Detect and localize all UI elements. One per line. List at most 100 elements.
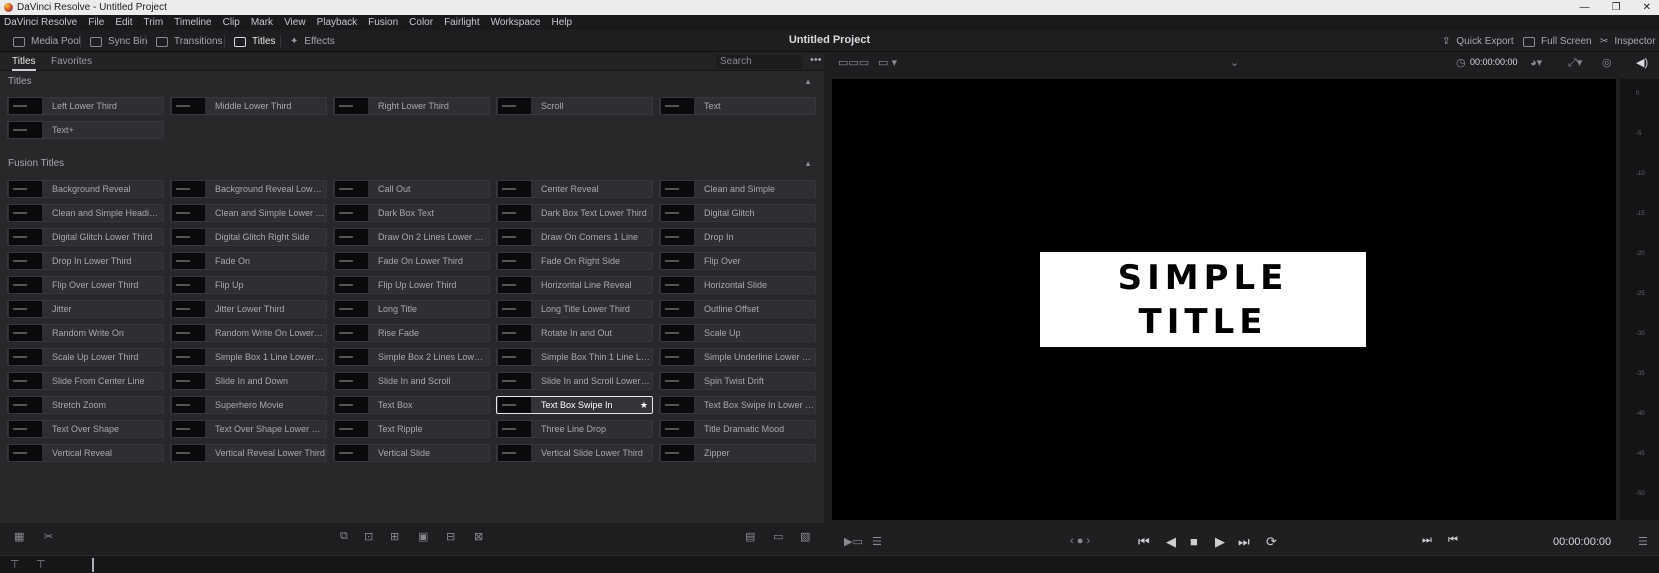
viewer-mode-icon[interactable]: ▭ ▾ xyxy=(878,56,897,69)
title-item-fade-on-lower-third[interactable]: Fade On Lower Third xyxy=(333,252,490,270)
timeline-tool-icon[interactable]: ⊤ xyxy=(10,558,20,571)
menu-fusion[interactable]: Fusion xyxy=(368,17,398,28)
title-item-vertical-reveal[interactable]: Vertical Reveal xyxy=(7,444,164,462)
title-item-fade-on[interactable]: Fade On xyxy=(170,252,327,270)
more-options-icon[interactable]: ••• xyxy=(810,54,822,66)
prev-edit-button[interactable]: ⏭ xyxy=(1422,534,1432,547)
title-item-right-lower-third[interactable]: Right Lower Third xyxy=(333,97,490,115)
grid-view-icon[interactable]: ▦ xyxy=(14,530,24,543)
title-item-simple-box-1-line-lower-th[interactable]: Simple Box 1 Line Lower Th... xyxy=(170,348,327,366)
place-on-top-icon[interactable]: ⊟ xyxy=(446,530,455,543)
title-item-dark-box-text[interactable]: Dark Box Text xyxy=(333,204,490,222)
title-item-stretch-zoom[interactable]: Stretch Zoom xyxy=(7,396,164,414)
title-item-clean-and-simple-lower-th[interactable]: Clean and Simple Lower Th... xyxy=(170,204,327,222)
title-item-text-ripple[interactable]: Text Ripple xyxy=(333,420,490,438)
collapse-chevron-icon[interactable]: ▲ xyxy=(804,74,812,90)
prev-item-icon[interactable]: ‹ ● › xyxy=(1070,535,1090,547)
title-item-random-write-on-lower-t[interactable]: Random Write On Lower T... xyxy=(170,324,327,342)
title-item-random-write-on[interactable]: Random Write On xyxy=(7,324,164,342)
timeline-snap-icon[interactable]: ⊤ xyxy=(36,558,46,571)
section-fusion-header[interactable]: Fusion Titles ▲ xyxy=(0,156,824,172)
title-item-horizontal-line-reveal[interactable]: Horizontal Line Reveal xyxy=(496,276,653,294)
title-item-rise-fade[interactable]: Rise Fade xyxy=(333,324,490,342)
favorite-star-icon[interactable]: ★ xyxy=(640,400,648,411)
loop-button[interactable]: ⟳ xyxy=(1266,534,1277,550)
menu-clip[interactable]: Clip xyxy=(223,17,240,28)
menu-trim[interactable]: Trim xyxy=(144,17,164,28)
title-item-text[interactable]: Text+ xyxy=(7,121,164,139)
menu-playback[interactable]: Playback xyxy=(317,17,358,28)
play-reverse-button[interactable]: ◀ xyxy=(1166,534,1176,550)
collapse-chevron-icon[interactable]: ▲ xyxy=(804,156,812,172)
search-input[interactable]: Search xyxy=(716,55,802,69)
go-to-start-button[interactable]: ⏮ xyxy=(1138,534,1150,550)
title-item-title-dramatic-mood[interactable]: Title Dramatic Mood xyxy=(659,420,816,438)
title-item-clean-and-simple-heading[interactable]: Clean and Simple Heading ... xyxy=(7,204,164,222)
title-item-background-reveal[interactable]: Background Reveal xyxy=(7,180,164,198)
title-item-text-box-swipe-in[interactable]: Text Box Swipe In ★ xyxy=(496,396,653,414)
title-item-text-box[interactable]: Text Box xyxy=(333,396,490,414)
menu-help[interactable]: Help xyxy=(551,17,572,28)
title-item-jitter[interactable]: Jitter xyxy=(7,300,164,318)
menu-edit[interactable]: Edit xyxy=(115,17,132,28)
stop-button[interactable]: ■ xyxy=(1190,534,1198,549)
tab-favorites[interactable]: Favorites xyxy=(51,56,92,67)
minimize-icon[interactable]: — xyxy=(1580,0,1590,15)
title-item-digital-glitch-right-side[interactable]: Digital Glitch Right Side xyxy=(170,228,327,246)
title-item-flip-over[interactable]: Flip Over xyxy=(659,252,816,270)
fit-to-fill-icon[interactable]: ▣ xyxy=(418,530,428,543)
title-item-scroll[interactable]: Scroll xyxy=(496,97,653,115)
match-frame-icon[interactable]: ▶▭ xyxy=(844,535,863,548)
section-titles-header[interactable]: Titles ▲ xyxy=(0,74,824,90)
title-item-three-line-drop[interactable]: Three Line Drop xyxy=(496,420,653,438)
title-item-scale-up[interactable]: Scale Up xyxy=(659,324,816,342)
title-item-simple-box-thin-1-line-low[interactable]: Simple Box Thin 1 Line Low... xyxy=(496,348,653,366)
title-item-clean-and-simple[interactable]: Clean and Simple xyxy=(659,180,816,198)
menu-mark[interactable]: Mark xyxy=(251,17,273,28)
replace-clip-icon[interactable]: ⊞ xyxy=(390,530,399,543)
title-item-superhero-movie[interactable]: Superhero Movie xyxy=(170,396,327,414)
menu-workspace[interactable]: Workspace xyxy=(491,17,541,28)
title-item-draw-on-2-lines-lower-third[interactable]: Draw On 2 Lines Lower Third xyxy=(333,228,490,246)
viewer-options-icon[interactable]: ☰ xyxy=(872,535,882,548)
title-item-fade-on-right-side[interactable]: Fade On Right Side xyxy=(496,252,653,270)
title-item-text-over-shape-lower-third[interactable]: Text Over Shape Lower Third xyxy=(170,420,327,438)
title-item-text-box-swipe-in-lower-th[interactable]: Text Box Swipe In Lower Th... xyxy=(659,396,816,414)
menu-file[interactable]: File xyxy=(88,17,104,28)
razor-icon[interactable]: ✂ xyxy=(44,530,53,543)
title-item-background-reveal-lower-t[interactable]: Background Reveal Lower T... xyxy=(170,180,327,198)
title-item-digital-glitch[interactable]: Digital Glitch xyxy=(659,204,816,222)
title-item-simple-underline-lower-thi[interactable]: Simple Underline Lower Thi... xyxy=(659,348,816,366)
title-item-rotate-in-and-out[interactable]: Rotate In and Out xyxy=(496,324,653,342)
close-icon[interactable]: ✕ xyxy=(1643,0,1651,15)
menu-davinci-resolve[interactable]: DaVinci Resolve xyxy=(4,17,77,28)
menu-color[interactable]: Color xyxy=(409,17,433,28)
zoom-icon[interactable]: ▭ xyxy=(773,530,783,543)
title-item-zipper[interactable]: Zipper xyxy=(659,444,816,462)
bypass-icon[interactable]: ◎ xyxy=(1602,56,1612,69)
title-item-middle-lower-third[interactable]: Middle Lower Third xyxy=(170,97,327,115)
title-item-horizontal-slide[interactable]: Horizontal Slide xyxy=(659,276,816,294)
title-item-vertical-slide[interactable]: Vertical Slide xyxy=(333,444,490,462)
title-item-flip-over-lower-third[interactable]: Flip Over Lower Third xyxy=(7,276,164,294)
title-item-digital-glitch-lower-third[interactable]: Digital Glitch Lower Third xyxy=(7,228,164,246)
tab-titles[interactable]: Titles xyxy=(12,56,36,71)
title-item-drop-in-lower-third[interactable]: Drop In Lower Third xyxy=(7,252,164,270)
volume-icon[interactable]: ◀) xyxy=(1636,56,1648,69)
title-item-flip-up-lower-third[interactable]: Flip Up Lower Third xyxy=(333,276,490,294)
title-item-text-over-shape[interactable]: Text Over Shape xyxy=(7,420,164,438)
title-item-dark-box-text-lower-third[interactable]: Dark Box Text Lower Third xyxy=(496,204,653,222)
title-item-long-title-lower-third[interactable]: Long Title Lower Third xyxy=(496,300,653,318)
title-item-long-title[interactable]: Long Title xyxy=(333,300,490,318)
viewer-menu-icon[interactable]: ☰ xyxy=(1638,535,1648,548)
title-item-outline-offset[interactable]: Outline Offset xyxy=(659,300,816,318)
title-item-spin-twist-drift[interactable]: Spin Twist Drift xyxy=(659,372,816,390)
viewer-layout-icon[interactable]: ▭▭▭ xyxy=(838,56,869,69)
next-edit-button[interactable]: ⏮ xyxy=(1448,534,1458,547)
title-item-draw-on-corners-1-line[interactable]: Draw On Corners 1 Line xyxy=(496,228,653,246)
playhead[interactable] xyxy=(92,558,94,572)
title-item-slide-in-and-scroll[interactable]: Slide In and Scroll xyxy=(333,372,490,390)
settings-icon[interactable]: ▧ xyxy=(800,530,810,543)
play-button[interactable]: ▶ xyxy=(1215,534,1225,550)
title-item-drop-in[interactable]: Drop In xyxy=(659,228,816,246)
